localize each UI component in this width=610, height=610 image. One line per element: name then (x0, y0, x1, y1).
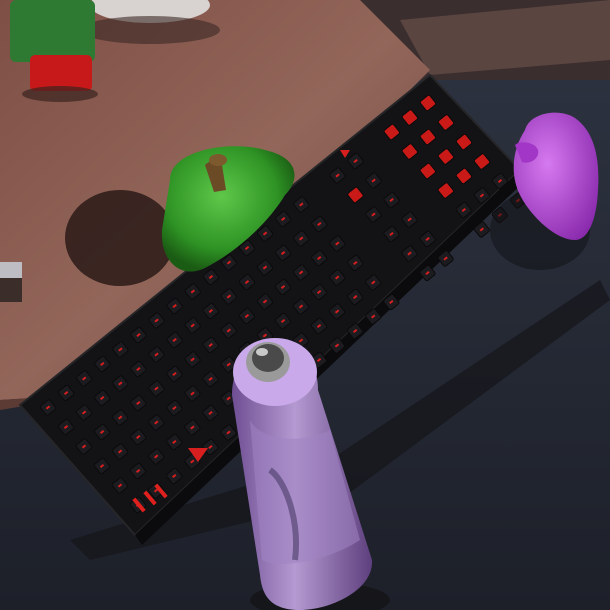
mug-shadow (22, 86, 98, 102)
left-object-shadow (0, 278, 22, 302)
pepper-shadow (65, 190, 175, 286)
left-object (0, 262, 22, 278)
scene-canvas (0, 0, 610, 610)
pepper-stem-top (209, 154, 227, 166)
nozzle-top (252, 344, 284, 372)
mug-base (30, 55, 92, 91)
scene-root (0, 0, 610, 610)
plate-shadow (80, 16, 220, 44)
green-mug (10, 0, 95, 62)
nozzle-highlight (256, 348, 268, 356)
